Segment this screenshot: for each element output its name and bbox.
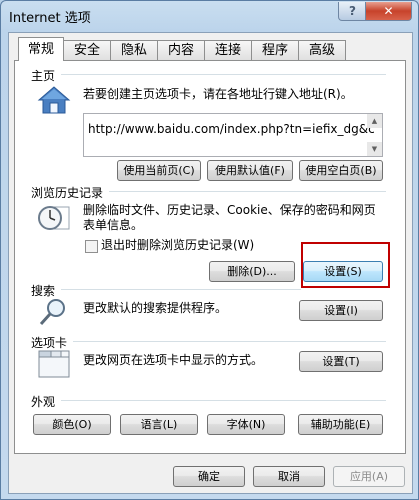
- homepage-divider: [61, 74, 386, 75]
- clock-history-icon: [37, 201, 71, 235]
- tabs-description: 更改网页在选项卡中显示的方式。: [83, 353, 264, 367]
- delete-on-exit-label[interactable]: 退出时删除浏览历史记录(W): [101, 238, 254, 253]
- tabs-divider: [73, 341, 386, 342]
- scroll-down-arrow-icon[interactable]: ▼: [367, 142, 382, 156]
- close-button[interactable]: ✕: [365, 2, 412, 21]
- tab-privacy[interactable]: 隐私: [110, 40, 158, 60]
- tab-advanced[interactable]: 高级: [298, 40, 346, 60]
- fonts-button[interactable]: 字体(N): [207, 414, 285, 435]
- cancel-button[interactable]: 取消: [253, 466, 325, 487]
- title-bar[interactable]: Internet 选项 ? ✕: [1, 1, 418, 31]
- tabs-settings-button[interactable]: 设置(T): [299, 351, 383, 372]
- search-settings-button[interactable]: 设置(I): [299, 300, 383, 321]
- appearance-section-title: 外观: [31, 395, 56, 409]
- internet-options-dialog: Internet 选项 ? ✕ 常规 安全 隐私 内容 连接 程序 高级 主页 …: [0, 0, 419, 500]
- search-description: 更改默认的搜索提供程序。: [83, 301, 228, 315]
- tab-strip: 常规 安全 隐私 内容 连接 程序 高级: [14, 37, 409, 61]
- tab-connections[interactable]: 连接: [204, 40, 252, 60]
- accessibility-button[interactable]: 辅助功能(E): [298, 414, 383, 435]
- tab-security[interactable]: 安全: [63, 40, 111, 60]
- homepage-url-textarea[interactable]: http://www.baidu.com/index.php?tn=iefix_…: [83, 113, 383, 157]
- magnifier-icon: [37, 297, 71, 327]
- delete-on-exit-checkbox[interactable]: [85, 240, 98, 253]
- history-description: 删除临时文件、历史记录、Cookie、保存的密码和网页表单信息。: [83, 203, 376, 232]
- delete-history-button[interactable]: 删除(D)...: [209, 261, 295, 282]
- use-current-button[interactable]: 使用当前页(C): [117, 160, 201, 181]
- ok-button[interactable]: 确定: [173, 466, 245, 487]
- apply-button[interactable]: 应用(A): [333, 466, 405, 487]
- tab-programs[interactable]: 程序: [251, 40, 299, 60]
- homepage-url-text: http://www.baidu.com/index.php?tn=iefix_…: [88, 122, 375, 136]
- help-button[interactable]: ?: [338, 2, 367, 21]
- tabbed-window-icon: [37, 347, 71, 379]
- appearance-divider: [61, 400, 386, 401]
- use-blank-button[interactable]: 使用空白页(B): [299, 160, 383, 181]
- window-title: Internet 选项: [9, 11, 91, 26]
- homepage-section-title: 主页: [31, 69, 56, 83]
- tab-content[interactable]: 内容: [157, 40, 205, 60]
- history-section-title: 浏览历史记录: [31, 186, 104, 200]
- use-default-button[interactable]: 使用默认值(F): [207, 160, 293, 181]
- scroll-up-arrow-icon[interactable]: ▲: [367, 114, 382, 128]
- search-divider: [61, 289, 301, 290]
- history-divider: [109, 191, 386, 192]
- colors-button[interactable]: 颜色(O): [33, 414, 111, 435]
- tab-general[interactable]: 常规: [18, 37, 64, 61]
- homepage-description: 若要创建主页选项卡，请在各地址行键入地址(R)。: [83, 87, 353, 101]
- red-highlight-box: [301, 242, 390, 288]
- languages-button[interactable]: 语言(L): [120, 414, 198, 435]
- home-icon: [37, 85, 71, 115]
